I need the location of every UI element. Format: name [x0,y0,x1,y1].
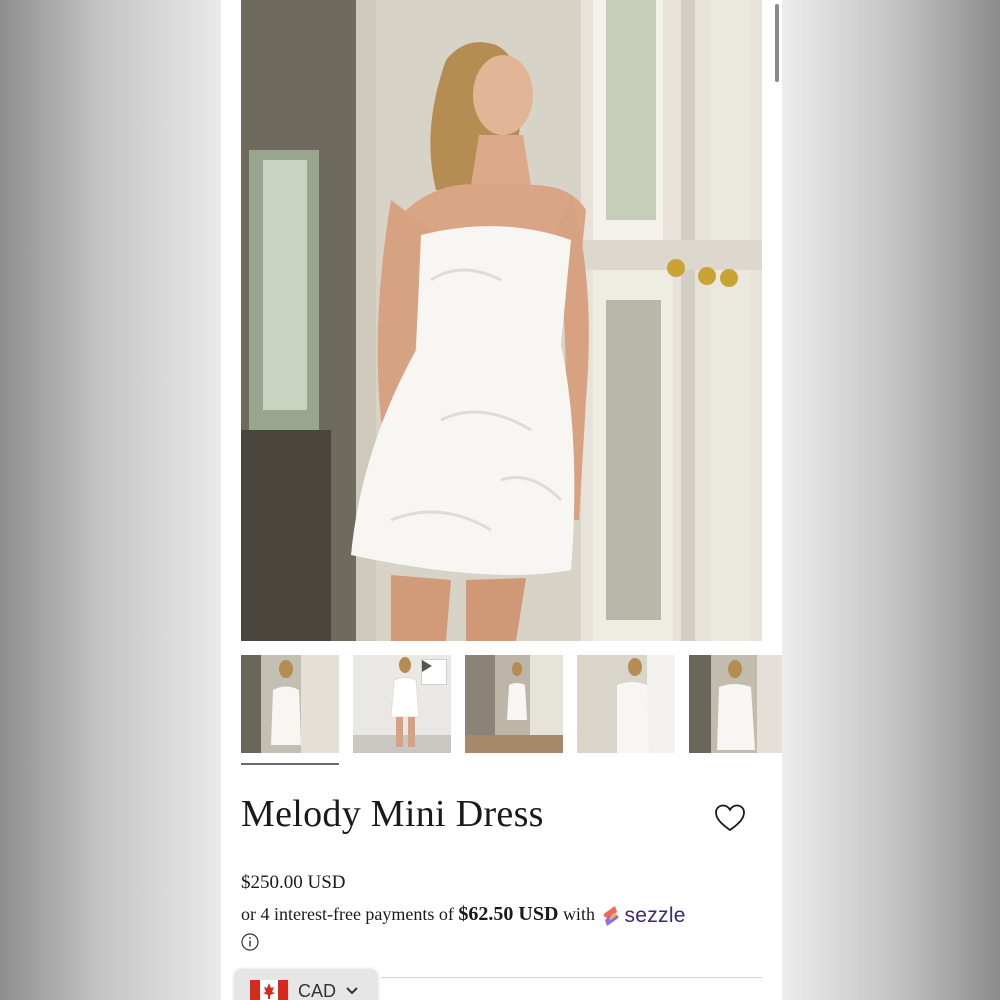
canada-flag-icon [250,980,288,1000]
sezzle-icon [603,905,619,926]
hero-photo [241,0,762,641]
sezzle-wordmark: sezzle [624,903,686,927]
thumbnail-strip [241,655,782,753]
product-price: $250.00 USD [241,872,346,893]
thumbnail-1[interactable] [241,655,339,753]
currency-selector[interactable]: CAD [234,969,378,1000]
selected-thumbnail-indicator [241,763,339,765]
thumbnail-5[interactable] [689,655,782,753]
installment-amount: $62.50 USD [458,903,559,925]
thumbnail-2[interactable] [353,655,451,753]
installment-info: or 4 interest-free payments of $62.50 US… [241,903,686,928]
hero-image[interactable] [241,0,762,641]
page-scrollbar[interactable] [775,4,779,82]
product-page: Melody Mini Dress $250.00 USD or 4 inter… [221,0,782,1000]
thumbnail-4[interactable] [577,655,675,753]
divider [381,977,762,978]
currency-code: CAD [298,980,337,1000]
product-title: Melody Mini Dress [241,793,544,835]
installment-suffix: with [562,904,595,924]
info-icon[interactable] [241,933,259,951]
installment-prefix: or 4 interest-free payments of [241,904,454,924]
play-icon [421,659,447,685]
chevron-down-icon [346,987,358,995]
sezzle-logo[interactable]: sezzle [601,904,685,928]
thumbnail-3[interactable] [465,655,563,753]
heart-icon[interactable] [714,803,746,833]
